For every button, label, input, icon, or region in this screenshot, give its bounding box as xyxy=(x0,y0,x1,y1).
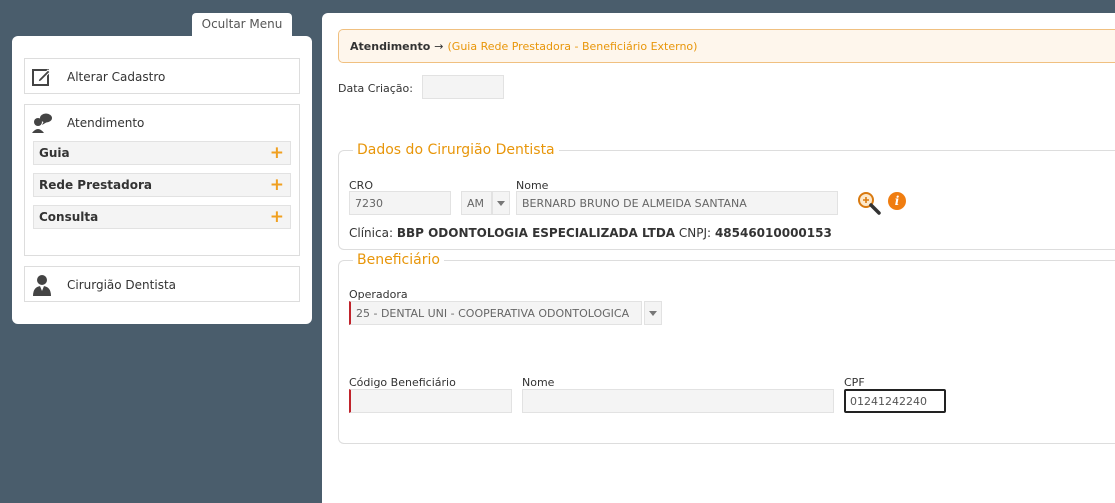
magnifier-icon[interactable] xyxy=(856,190,882,219)
cro-field[interactable]: 7230 xyxy=(349,191,451,215)
dentista-legend: Dados do Cirurgião Dentista xyxy=(357,142,555,158)
data-criacao-label: Data Criação: xyxy=(338,82,413,95)
clinica-line: Clínica: BBP ODONTOLOGIA ESPECIALIZADA L… xyxy=(349,226,832,240)
menu-atendimento: Atendimento Guia + Rede Prestadora + Con… xyxy=(24,104,300,256)
beneficiario-nome-label: Nome xyxy=(522,376,555,389)
menu-atendimento-header[interactable]: Atendimento xyxy=(25,105,299,141)
info-icon[interactable]: i xyxy=(888,192,906,210)
menu-cirurgiao-dentista[interactable]: Cirurgião Dentista xyxy=(24,266,300,302)
beneficiario-section: Beneficiário xyxy=(338,252,1115,444)
menu-cirurgiao-dentista-label: Cirurgião Dentista xyxy=(67,278,177,292)
submenu-consulta-label: Consulta xyxy=(39,210,99,224)
cpf-label: CPF xyxy=(844,376,865,389)
breadcrumb-main: Atendimento xyxy=(350,39,431,53)
submenu-rede-prestadora[interactable]: Rede Prestadora + xyxy=(33,173,291,197)
dentista-nome-field[interactable]: BERNARD BRUNO DE ALMEIDA SANTANA xyxy=(516,191,838,215)
cnpj-value: 48546010000153 xyxy=(714,226,832,240)
menu-alterar-cadastro[interactable]: Alterar Cadastro xyxy=(24,58,300,94)
hide-menu-tab[interactable]: Ocultar Menu xyxy=(192,13,292,37)
chat-user-icon xyxy=(31,112,53,134)
clinica-label: Clínica: xyxy=(349,226,393,240)
breadcrumb: Atendimento → (Guia Rede Prestadora - Be… xyxy=(338,29,1115,63)
chevron-down-icon xyxy=(497,200,505,206)
user-icon xyxy=(31,274,53,296)
beneficiario-nome-field[interactable] xyxy=(522,389,834,413)
main-panel: Atendimento → (Guia Rede Prestadora - Be… xyxy=(322,13,1115,503)
breadcrumb-sub: (Guia Rede Prestadora - Beneficiário Ext… xyxy=(447,39,698,53)
uf-dropdown-arrow[interactable] xyxy=(492,191,510,215)
codigo-beneficiario-label: Código Beneficiário xyxy=(349,376,456,389)
plus-icon: + xyxy=(269,174,284,195)
beneficiario-legend: Beneficiário xyxy=(357,252,440,268)
chevron-down-icon xyxy=(649,310,657,316)
edit-icon xyxy=(31,66,53,88)
cnpj-label: CNPJ: xyxy=(678,226,712,240)
submenu-guia-label: Guia xyxy=(39,146,70,160)
operadora-label: Operadora xyxy=(349,288,408,301)
submenu-rede-prestadora-label: Rede Prestadora xyxy=(39,178,152,192)
data-criacao-field[interactable] xyxy=(422,75,504,99)
submenu-guia[interactable]: Guia + xyxy=(33,141,291,165)
clinica-value: BBP ODONTOLOGIA ESPECIALIZADA LTDA xyxy=(396,226,676,240)
operadora-select[interactable]: 25 - DENTAL UNI - COOPERATIVA ODONTOLOGI… xyxy=(349,301,642,325)
plus-icon: + xyxy=(269,142,284,163)
plus-icon: + xyxy=(269,206,284,227)
menu-atendimento-label: Atendimento xyxy=(67,116,145,130)
operadora-dropdown-arrow[interactable] xyxy=(644,301,662,325)
menu-alterar-cadastro-label: Alterar Cadastro xyxy=(67,70,166,84)
sidebar: Alterar Cadastro Atendimento Guia + Rede… xyxy=(12,36,312,324)
uf-select[interactable]: AM xyxy=(461,191,492,215)
codigo-beneficiario-field[interactable] xyxy=(349,389,512,413)
cpf-input[interactable]: 01241242240 xyxy=(844,389,946,413)
breadcrumb-arrow: → xyxy=(434,39,444,53)
submenu-consulta[interactable]: Consulta + xyxy=(33,205,291,229)
